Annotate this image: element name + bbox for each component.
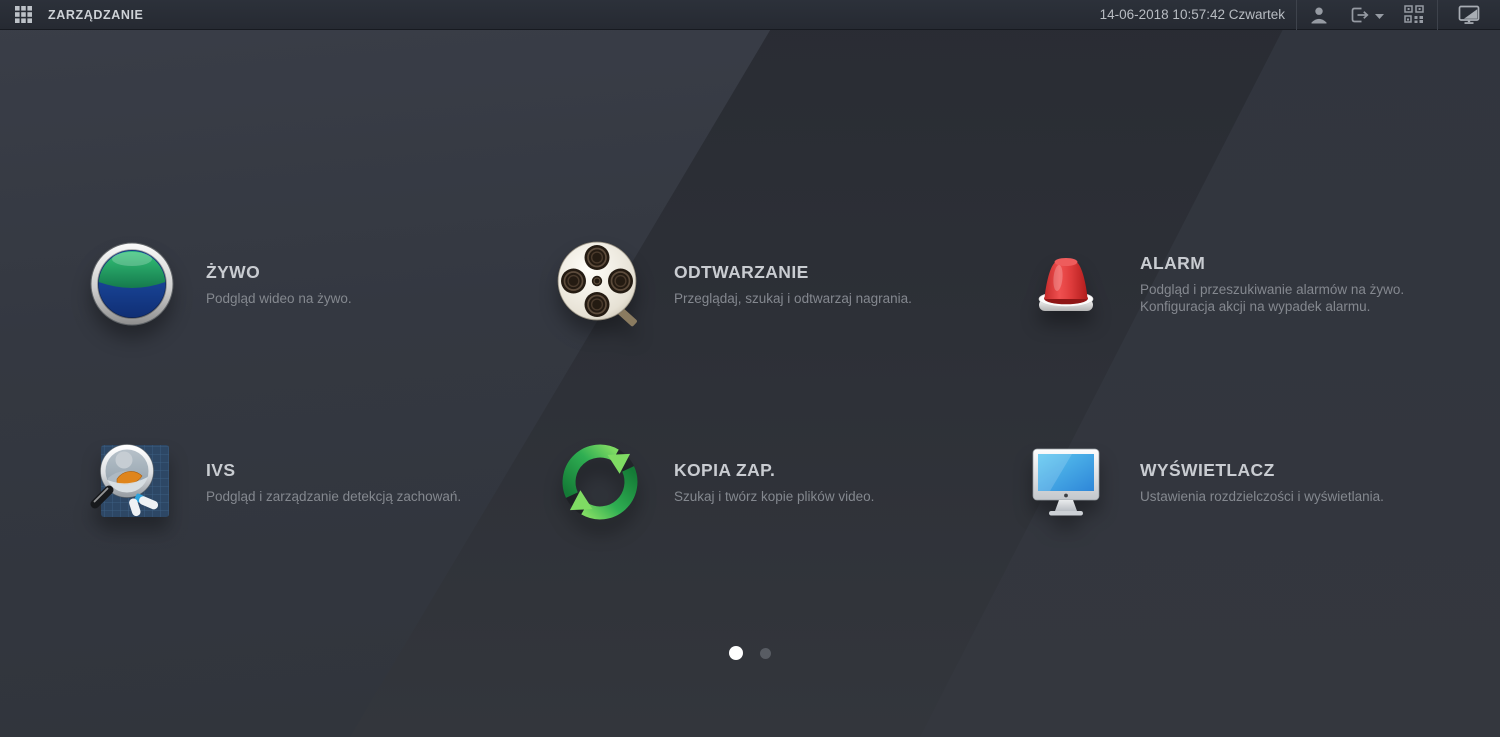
chevron-down-icon	[1374, 14, 1384, 19]
tile-title: IVS	[206, 459, 236, 480]
alarm-icon	[1020, 238, 1112, 330]
tile-title: ALARM	[1140, 253, 1206, 273]
playback-icon	[554, 238, 646, 330]
title-bar: ZARZĄDZANIE 14-06-2018 10:57:42 Czwartek	[0, 0, 1500, 30]
tile-live[interactable]: ŻYWO Podgląd wideo na żywo.	[86, 238, 538, 330]
tile-description: Podgląd wideo na żywo.	[206, 290, 352, 306]
ivs-icon	[86, 436, 178, 528]
qr-code-icon[interactable]	[1391, 0, 1437, 29]
tile-description: Podgląd i przeszukiwanie alarmów na żywo…	[1140, 282, 1405, 297]
datetime-text: 14-06-2018 10:57:42 Czwartek	[1099, 7, 1285, 22]
display-icon	[1020, 436, 1112, 528]
display-switch-icon[interactable]	[1438, 0, 1500, 29]
pagination-dot-2[interactable]	[760, 647, 771, 659]
tile-description: Ustawienia rozdzielczości i wyświetlania…	[1140, 488, 1384, 504]
page-title: ZARZĄDZANIE	[48, 7, 144, 22]
apps-grid-icon[interactable]	[15, 6, 32, 23]
live-view-icon	[86, 238, 178, 330]
tile-description: Przeglądaj, szukaj i odtwarzaj nagrania.	[674, 290, 912, 306]
tile-description: Konfiguracja akcji na wypadek alarmu.	[1140, 299, 1371, 314]
tile-description: Szukaj i twórz kopie plików video.	[674, 488, 875, 504]
tile-display[interactable]: WYŚWIETLACZ Ustawienia rozdzielczości i …	[1020, 436, 1472, 528]
tile-title: WYŚWIETLACZ	[1140, 459, 1275, 480]
tile-title: KOPIA ZAP.	[674, 459, 776, 480]
tile-ivs[interactable]: IVS Podgląd i zarządzanie detekcją zacho…	[86, 436, 538, 528]
tile-playback[interactable]: ODTWARZANIE Przeglądaj, szukaj i odtwarz…	[554, 238, 1006, 330]
tile-description: Podgląd i zarządzanie detekcją zachowań.	[206, 488, 462, 504]
pagination-dot-1[interactable]	[729, 646, 743, 660]
tile-title: ŻYWO	[206, 261, 261, 282]
pagination	[0, 646, 1500, 660]
tile-alarm[interactable]: ALARM Podgląd i przeszukiwanie alarmów n…	[1020, 238, 1472, 330]
user-icon[interactable]	[1297, 0, 1341, 29]
tile-title: ODTWARZANIE	[674, 261, 809, 282]
tile-backup[interactable]: KOPIA ZAP. Szukaj i twórz kopie plików v…	[554, 436, 1006, 528]
logout-icon[interactable]	[1341, 0, 1391, 29]
backup-icon	[554, 436, 646, 528]
